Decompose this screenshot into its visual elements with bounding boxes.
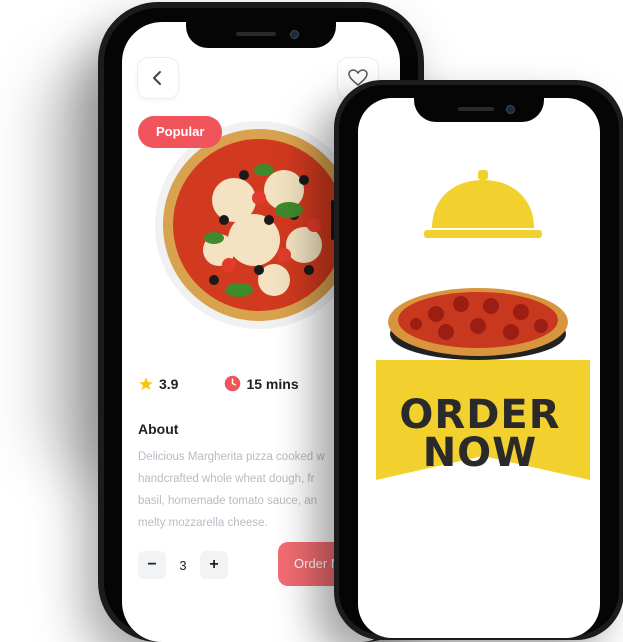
prep-time-value: 15 mins	[246, 375, 299, 392]
quantity-value: 3	[179, 557, 187, 573]
phone-notch	[186, 22, 336, 48]
promo-screen: ORDER NOW	[358, 98, 600, 638]
speaker	[236, 32, 276, 36]
order-now-line1: ORDER	[399, 392, 561, 438]
quantity-stepper: − 3 +	[138, 551, 228, 579]
rating-value: 3.9	[159, 375, 179, 392]
prep-time: 15 mins	[224, 375, 299, 392]
camera	[506, 105, 515, 114]
pepperoni-pizza-image	[388, 288, 568, 360]
stats-row: 3.9 15 mins	[138, 375, 299, 392]
chevron-left-icon	[153, 71, 161, 85]
cloche-icon	[424, 170, 542, 238]
decrease-button[interactable]: −	[138, 551, 166, 579]
rating: 3.9	[138, 376, 178, 392]
clock-icon	[225, 375, 241, 392]
star-icon	[139, 376, 153, 390]
about-heading: About	[138, 421, 179, 437]
phone-notch	[414, 98, 544, 122]
back-button[interactable]	[138, 58, 178, 98]
camera	[290, 30, 299, 39]
phone-promo: ORDER NOW	[331, 80, 623, 640]
side-button	[331, 200, 334, 240]
order-now-line2: NOW	[422, 430, 538, 476]
popular-badge: Popular	[138, 116, 223, 148]
speaker	[458, 107, 494, 111]
increase-button[interactable]: +	[200, 551, 228, 579]
